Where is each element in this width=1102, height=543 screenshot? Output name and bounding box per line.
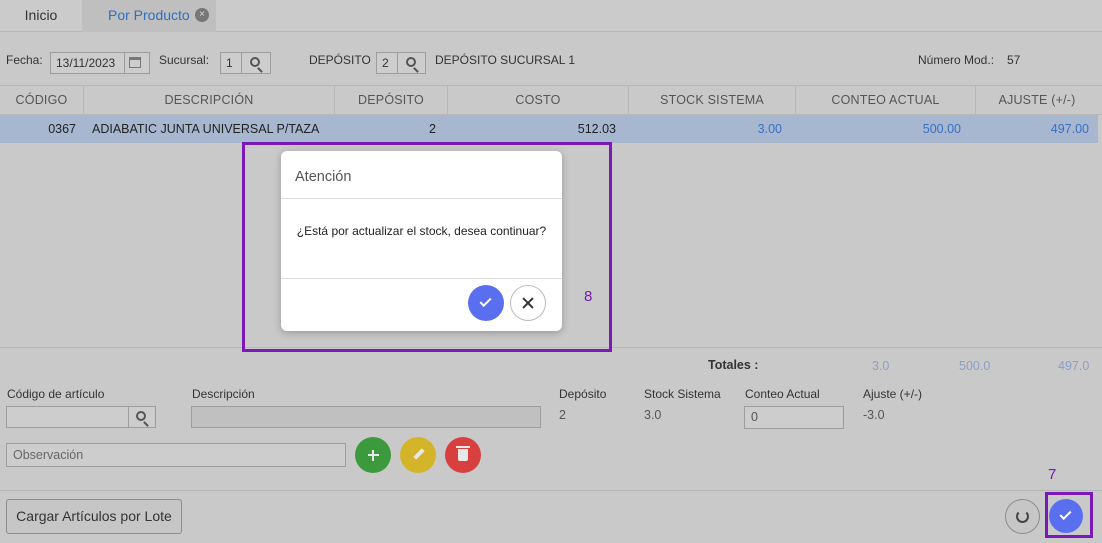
- cell-codigo: 0367: [48, 122, 76, 136]
- col-stock-sistema[interactable]: STOCK SISTEMA: [629, 86, 796, 114]
- delete-button[interactable]: [445, 437, 481, 473]
- annotation-number-8: 8: [584, 288, 593, 305]
- sucursal-field[interactable]: 1: [220, 52, 242, 74]
- close-icon[interactable]: ×: [195, 8, 209, 22]
- table-row[interactable]: 0367 ADIABATIC JUNTA UNIVERSAL P/TAZA 2 …: [0, 115, 1098, 143]
- descripcion-label: Descripción: [192, 387, 255, 401]
- cargar-lote-button[interactable]: Cargar Artículos por Lote: [6, 499, 182, 534]
- dialog-divider: [281, 198, 562, 199]
- col-deposito[interactable]: DEPÓSITO: [335, 86, 448, 114]
- tab-label: Por Producto: [108, 7, 190, 23]
- cell-ajuste: 497.00: [1050, 122, 1089, 136]
- pencil-icon: [413, 448, 425, 460]
- col-conteo-actual[interactable]: CONTEO ACTUAL: [796, 86, 976, 114]
- sucursal-search-button[interactable]: [241, 52, 271, 74]
- numero-mod-label: Número Mod.:: [918, 53, 995, 67]
- deposito-field[interactable]: 2: [376, 52, 398, 74]
- search-icon: [406, 57, 416, 67]
- annotation-box-7: [1045, 492, 1093, 538]
- deposito-search-button[interactable]: [397, 52, 426, 74]
- totales-label: Totales :: [708, 358, 759, 372]
- cell-stock: 3.00: [757, 122, 782, 136]
- tab-bar: Inicio Por Producto ×: [0, 0, 1102, 32]
- tab-inicio[interactable]: Inicio: [0, 0, 82, 32]
- filter-bar: Fecha: 13/11/2023 Sucursal: 1 DEPÓSITO 2…: [0, 33, 1102, 85]
- ajuste-label: Ajuste (+/-): [863, 387, 923, 401]
- col-descripcion[interactable]: DESCRIPCIÓN: [84, 86, 335, 114]
- cell-costo: 512.03: [577, 122, 616, 136]
- cell-conteo: 500.00: [922, 122, 961, 136]
- col-codigo[interactable]: CÓDIGO: [0, 86, 84, 114]
- codigo-articulo-input[interactable]: [6, 406, 129, 428]
- dialog-title: Atención: [295, 169, 352, 185]
- observacion-input[interactable]: Observación: [6, 443, 346, 467]
- total-stock: 3.0: [872, 359, 890, 373]
- fecha-label: Fecha:: [6, 53, 43, 67]
- col-costo[interactable]: COSTO: [448, 86, 629, 114]
- search-icon: [136, 411, 146, 421]
- sucursal-label: Sucursal:: [159, 53, 210, 67]
- search-icon: [250, 57, 260, 67]
- add-button[interactable]: [355, 437, 391, 473]
- conteo-actual-input[interactable]: 0: [744, 406, 844, 429]
- deposito-label: DEPÓSITO: [309, 53, 371, 67]
- refresh-icon: [1016, 510, 1029, 523]
- deposito-form-value: 2: [559, 408, 566, 422]
- stock-sistema-value: 3.0: [644, 408, 662, 422]
- trash-icon: [456, 446, 470, 461]
- codigo-articulo-label: Código de artículo: [7, 387, 105, 401]
- dialog-confirm-button[interactable]: [468, 285, 504, 321]
- descripcion-input[interactable]: [191, 406, 541, 428]
- plus-icon-stroke: [372, 450, 374, 461]
- numero-mod-value: 57: [1007, 53, 1021, 67]
- tab-por-producto[interactable]: Por Producto ×: [82, 0, 216, 32]
- total-ajuste: 497.0: [1058, 359, 1090, 373]
- footer-divider: [0, 490, 1102, 491]
- total-conteo: 500.0: [959, 359, 991, 373]
- codigo-search-button[interactable]: [128, 406, 156, 428]
- cell-deposito: 2: [429, 122, 436, 136]
- stock-sistema-label: Stock Sistema: [644, 387, 721, 401]
- dialog-cancel-button[interactable]: [510, 285, 546, 321]
- dialog-divider: [281, 278, 562, 279]
- cell-descripcion: ADIABATIC JUNTA UNIVERSAL P/TAZA: [92, 122, 320, 136]
- calendar-icon: [129, 57, 141, 68]
- refresh-button[interactable]: [1005, 499, 1040, 534]
- conteo-actual-label: Conteo Actual: [745, 387, 820, 401]
- table-header: CÓDIGO DESCRIPCIÓN DEPÓSITO COSTO STOCK …: [0, 85, 1102, 115]
- col-ajuste[interactable]: AJUSTE (+/-): [976, 86, 1098, 114]
- fecha-field[interactable]: 13/11/2023: [50, 52, 125, 74]
- deposito-form-label: Depósito: [559, 387, 607, 401]
- edit-button[interactable]: [400, 437, 436, 473]
- ajuste-value: -3.0: [863, 408, 885, 422]
- dialog-message: ¿Está por actualizar el stock, desea con…: [296, 224, 547, 238]
- calendar-button[interactable]: [124, 52, 150, 74]
- deposito-name: DEPÓSITO SUCURSAL 1: [435, 53, 576, 67]
- annotation-number-7: 7: [1048, 466, 1057, 483]
- confirm-dialog: Atención ¿Está por actualizar el stock, …: [281, 151, 562, 331]
- check-icon: [479, 294, 492, 308]
